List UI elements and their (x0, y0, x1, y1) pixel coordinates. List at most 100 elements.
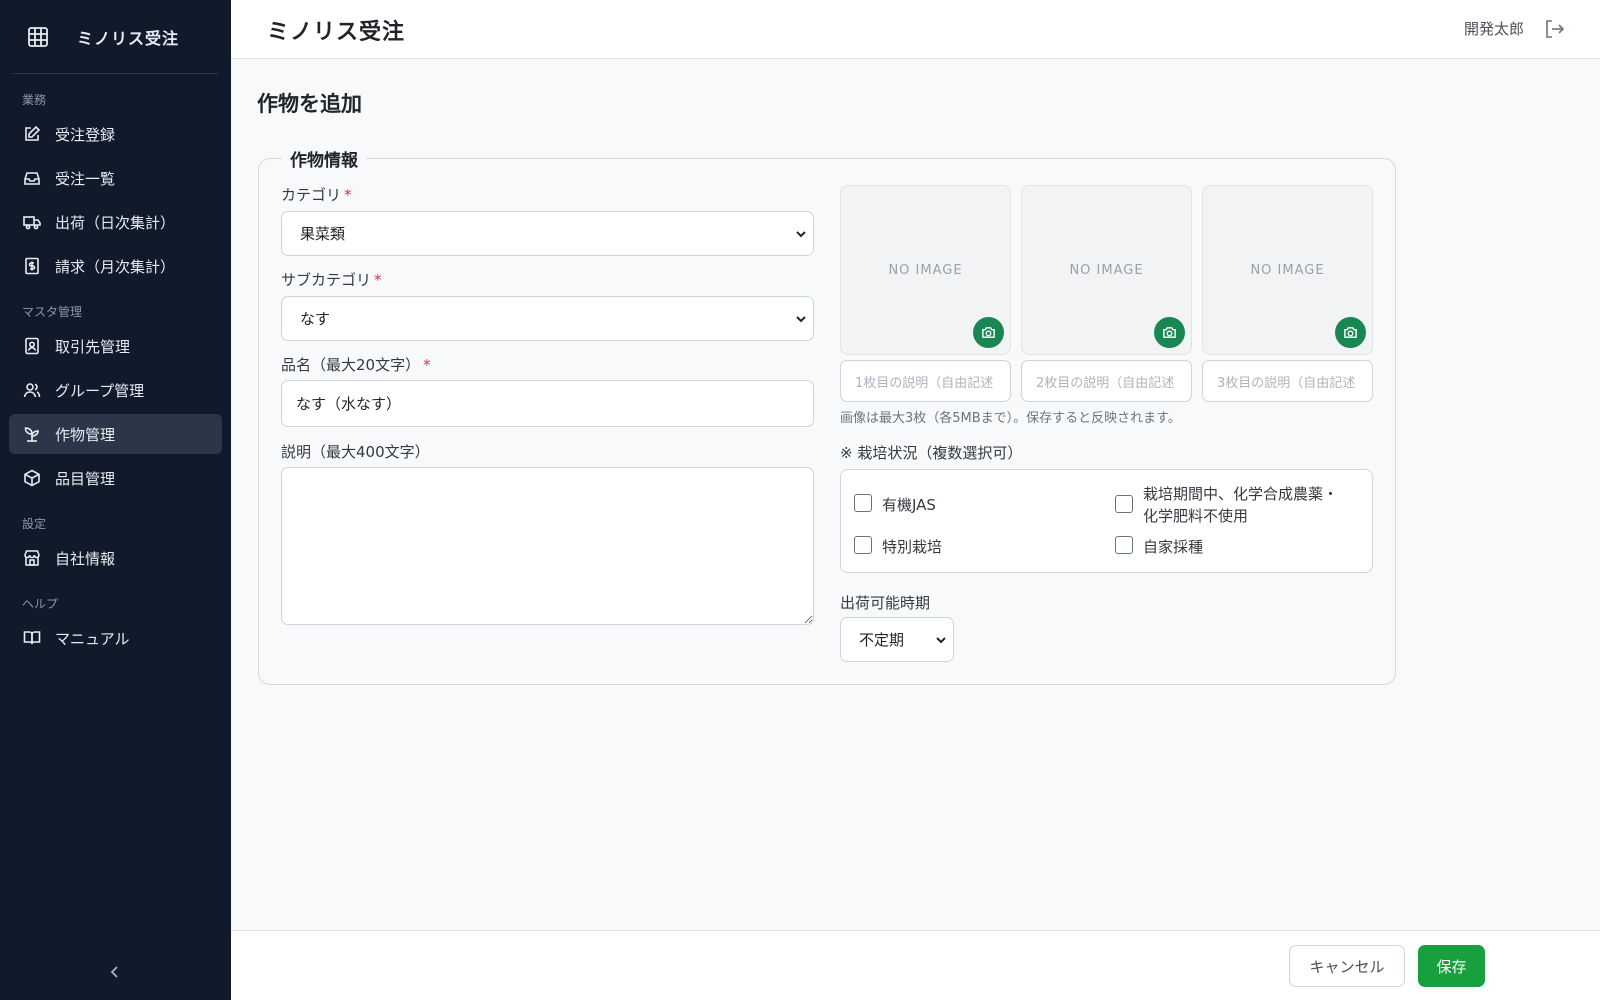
image-slot-3: NO IMAGE (1202, 185, 1373, 355)
sidebar-item-label: マニュアル (55, 629, 130, 648)
image-hint: 画像は最大3枚（各5MBまで）。保存すると反映されます。 (840, 411, 1181, 426)
no-image-text: NO IMAGE (888, 263, 963, 278)
checkbox-label: 特別栽培 (882, 538, 943, 556)
sidebar-item-order-list[interactable]: 受注一覧 (9, 158, 222, 198)
sidebar-item-company[interactable]: 自社情報 (9, 538, 222, 578)
checkbox-own-seeds[interactable]: 自家採種 (1115, 536, 1203, 558)
chevron-down-icon (936, 636, 946, 643)
shipping-period-select[interactable]: 不定期 (840, 617, 954, 662)
sidebar-item-label: 出荷（日次集計） (55, 213, 176, 232)
chevron-down-icon (796, 230, 806, 237)
image-slot-1: NO IMAGE (840, 185, 1011, 355)
sidebar-item-crops[interactable]: 作物管理 (9, 414, 222, 454)
book-icon (23, 629, 41, 647)
crop-info-legend: 作物情報 (282, 146, 366, 171)
logout-icon[interactable] (1543, 18, 1565, 40)
checkbox-label: 自家採種 (1143, 538, 1204, 556)
user-name[interactable]: 開発太郎 (1464, 18, 1524, 39)
chevron-down-icon (796, 315, 806, 322)
camera-icon[interactable] (1335, 317, 1366, 348)
sidebar-item-label: 受注一覧 (55, 169, 116, 188)
shipping-period-label: 出荷可能時期 (840, 594, 931, 612)
category-select[interactable]: 果菜類 (281, 211, 814, 256)
image-1-description-placeholder: 1枚目の説明（自由記述 (855, 375, 994, 391)
checkbox[interactable] (854, 536, 872, 554)
sidebar-item-label: 取引先管理 (55, 337, 131, 356)
grid-icon (27, 26, 49, 48)
subcategory-label: サブカテゴリ * (281, 269, 382, 290)
checkbox-label: 有機JAS (882, 496, 936, 514)
cancel-button[interactable]: キャンセル (1289, 945, 1405, 987)
people-icon (23, 381, 41, 399)
nav-section-business: 業務 (22, 93, 47, 107)
category-label-text: カテゴリ (281, 186, 342, 204)
sidebar-item-groups[interactable]: グループ管理 (9, 370, 222, 410)
sidebar-item-manual[interactable]: マニュアル (9, 618, 222, 658)
box-icon (23, 469, 41, 487)
image-2-description-placeholder: 2枚目の説明（自由記述 (1036, 375, 1175, 391)
sidebar-item-clients[interactable]: 取引先管理 (9, 326, 222, 366)
required-mark: * (344, 186, 352, 204)
image-2-description-input[interactable]: 2枚目の説明（自由記述 (1021, 360, 1192, 402)
sidebar-item-label: グループ管理 (55, 381, 145, 400)
edit-icon (23, 125, 41, 143)
save-button[interactable]: 保存 (1418, 945, 1485, 987)
sidebar-item-label: 請求（月次集計） (55, 257, 176, 276)
shipping-period-value: 不定期 (859, 631, 905, 649)
invoice-icon (23, 257, 41, 275)
checkbox-label: 栽培期間中、化学合成農薬・ 化学肥料不使用 (1143, 483, 1338, 527)
sidebar-item-label: 自社情報 (55, 549, 116, 568)
top-header: ミノリス受注 開発太郎 (231, 0, 1600, 59)
page-title: 作物を追加 (257, 92, 362, 116)
sidebar-item-items[interactable]: 品目管理 (9, 458, 222, 498)
name-label-text: 品名（最大20文字） (281, 356, 421, 374)
checkbox[interactable] (1115, 536, 1133, 554)
collapse-sidebar-icon[interactable] (105, 962, 125, 982)
nav-section-help: ヘルプ (22, 597, 59, 611)
subcategory-select-value: なす (300, 310, 331, 328)
no-image-text: NO IMAGE (1069, 263, 1144, 278)
required-mark: * (423, 356, 431, 374)
no-image-text: NO IMAGE (1250, 263, 1325, 278)
sidebar-item-label: 作物管理 (55, 425, 116, 444)
checkbox-organic-jas[interactable]: 有機JAS (854, 494, 936, 516)
sidebar-brand-title: ミノリス受注 (77, 28, 180, 48)
description-label: 説明（最大400文字） (281, 443, 430, 461)
sidebar-item-label: 品目管理 (55, 469, 116, 488)
required-mark: * (374, 271, 382, 289)
camera-icon[interactable] (1154, 317, 1185, 348)
truck-icon (23, 213, 41, 231)
nav-section-master: マスタ管理 (22, 305, 83, 319)
sidebar-item-billing[interactable]: 請求（月次集計） (9, 246, 222, 286)
sprout-icon (23, 425, 41, 443)
name-label: 品名（最大20文字） * (281, 354, 431, 375)
category-select-value: 果菜類 (300, 225, 346, 243)
sidebar: ミノリス受注 業務 受注登録 受注一覧 出荷（日次集計） 請求（月次集計） マス… (0, 0, 231, 1000)
header-title: ミノリス受注 (267, 20, 406, 45)
image-slot-2: NO IMAGE (1021, 185, 1192, 355)
inbox-icon (23, 169, 41, 187)
contact-card-icon (23, 337, 41, 355)
nav-section-settings: 設定 (22, 517, 47, 531)
subcategory-label-text: サブカテゴリ (281, 271, 372, 289)
checkbox-label-line2: 化学肥料不使用 (1143, 507, 1249, 525)
image-3-description-input[interactable]: 3枚目の説明（自由記述 (1202, 360, 1373, 402)
subcategory-select[interactable]: なす (281, 296, 814, 341)
cultivation-label: ※ 栽培状況（複数選択可） (840, 444, 1023, 462)
product-name-value: なす（水なす） (296, 395, 402, 413)
sidebar-item-order-entry[interactable]: 受注登録 (9, 114, 222, 154)
image-1-description-input[interactable]: 1枚目の説明（自由記述 (840, 360, 1011, 402)
shop-icon (23, 549, 41, 567)
sidebar-item-label: 受注登録 (55, 125, 116, 144)
sidebar-item-shipping[interactable]: 出荷（日次集計） (9, 202, 222, 242)
description-textarea[interactable] (281, 467, 814, 625)
image-3-description-placeholder: 3枚目の説明（自由記述 (1217, 375, 1356, 391)
category-label: カテゴリ * (281, 184, 352, 205)
checkbox[interactable] (854, 494, 872, 512)
checkbox-special-cultivation[interactable]: 特別栽培 (854, 536, 942, 558)
checkbox[interactable] (1115, 495, 1133, 513)
camera-icon[interactable] (973, 317, 1004, 348)
sidebar-brand[interactable]: ミノリス受注 (13, 0, 218, 74)
checkbox-no-chemicals[interactable]: 栽培期間中、化学合成農薬・ 化学肥料不使用 (1115, 483, 1338, 527)
product-name-input[interactable]: なす（水なす） (281, 380, 814, 427)
